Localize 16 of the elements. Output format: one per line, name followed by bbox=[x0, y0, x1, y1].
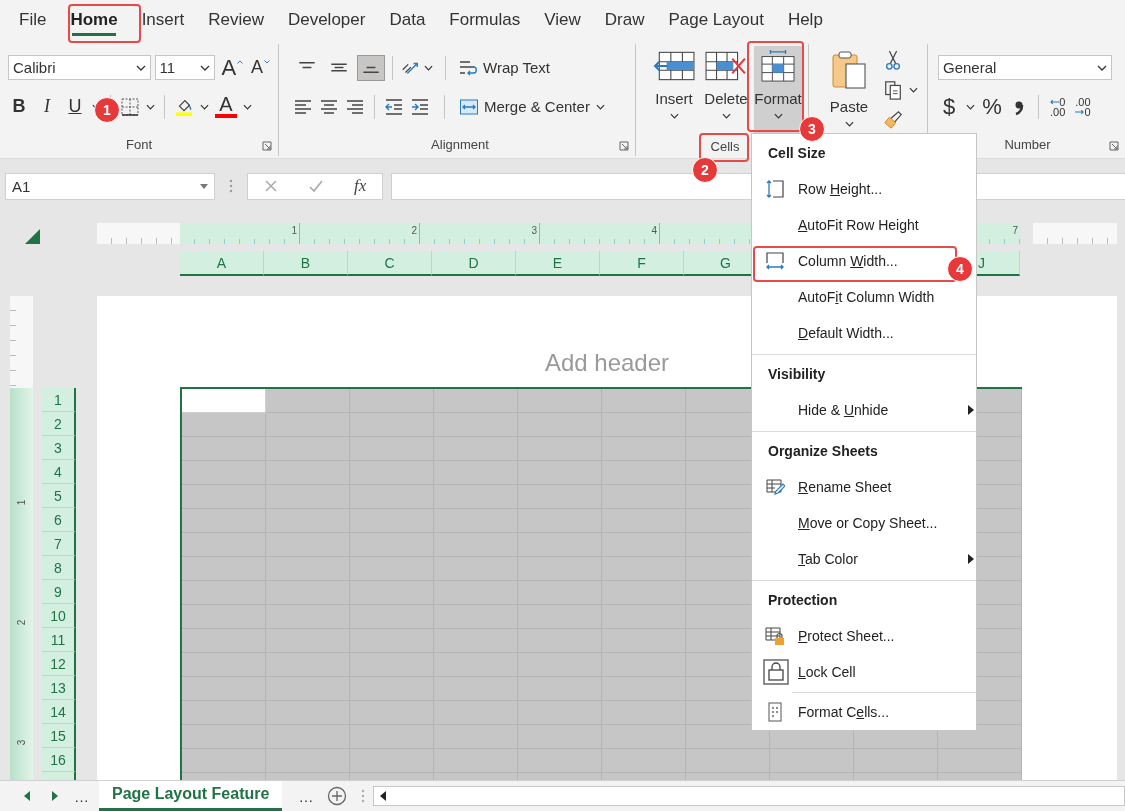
menu-section-title: Organize Sheets bbox=[767, 442, 879, 461]
ruler-number: 1 bbox=[16, 499, 27, 506]
menu-section-title: Visibility bbox=[767, 365, 827, 384]
ruler-number: 2 bbox=[16, 619, 27, 626]
group-label: Font bbox=[126, 136, 152, 152]
ruler-number: 3 bbox=[16, 739, 27, 746]
group-label: Alignment bbox=[431, 136, 489, 152]
group-label: Number bbox=[1004, 136, 1051, 152]
ruler-number: 4 bbox=[650, 224, 658, 238]
group-label: Cells bbox=[710, 138, 740, 154]
ruler-number: 7 bbox=[1011, 224, 1019, 238]
ruler-number: 1 bbox=[290, 224, 298, 238]
menu-section-title: Cell Size bbox=[767, 144, 827, 163]
ruler-number: 3 bbox=[530, 224, 538, 238]
ruler-number: 2 bbox=[410, 224, 418, 238]
menu-section-title: Protection bbox=[767, 591, 839, 610]
